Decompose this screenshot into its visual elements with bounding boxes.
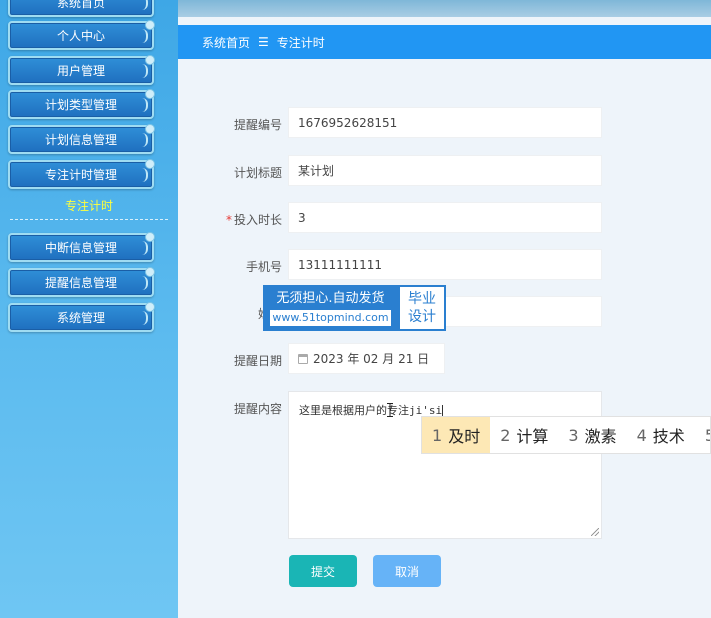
breadcrumb: 系统首页 ☰ 专注计时 (178, 25, 711, 59)
reminder-no-label: 提醒编号 (233, 118, 282, 132)
ime-candidate-number: 4 (636, 425, 647, 445)
watermark-right: 毕业 设计 (398, 285, 446, 331)
sidebar-item-label: 个人中心 (56, 29, 105, 43)
reminder-date-value: 2023 年 02 月 21 日 (313, 352, 430, 366)
watermark-url: www.51topmind.com (270, 310, 391, 326)
required-mark: * (225, 213, 232, 227)
watermark-right-top: 毕业 (408, 291, 436, 307)
sidebar-divider (10, 219, 168, 220)
sidebar-item-label: 系统首页 (56, 0, 105, 10)
watermark-left: 无须担心.自动发货 www.51topmind.com (263, 285, 398, 331)
ime-candidate[interactable]: 4 技术 (627, 417, 695, 453)
ime-candidate-text: 及时 (448, 427, 481, 446)
text-cursor-icon (387, 403, 393, 417)
reminder-content-textarea[interactable]: 这里是根据用户的专注ji'si (288, 391, 602, 539)
reminder-date-picker[interactable]: 2023 年 02 月 21 日 (288, 343, 445, 374)
watermark-line1: 无须担心.自动发货 (276, 291, 385, 306)
breadcrumb-separator-icon: ☰ (258, 35, 269, 49)
watermark-badge: 无须担心.自动发货 www.51topmind.com 毕业 设计 (263, 285, 446, 331)
duration-label-text: 投入时长 (233, 213, 282, 227)
duration-value: 3 (298, 210, 306, 225)
watermark-right-bottom: 设计 (408, 309, 436, 325)
reminder-no-input[interactable]: 1676952628151 (288, 107, 602, 138)
sidebar-item-label: 计划类型管理 (44, 98, 117, 112)
top-header-strip (178, 0, 711, 17)
reminder-date-label: 提醒日期 (233, 354, 282, 368)
ime-candidate[interactable]: 2 计算 (490, 417, 558, 453)
ime-candidate[interactable]: 1 及时 (422, 417, 491, 453)
phone-value: 13111111111 (298, 257, 382, 272)
sidebar-subitem-focus-timer[interactable]: 专注计时 (0, 197, 178, 214)
ime-candidate-number: 2 (500, 425, 511, 445)
ime-candidate-bar: 1 及时 2 计算 3 激素 4 技术 5 (421, 416, 711, 454)
sidebar-item-label: 提醒信息管理 (44, 276, 117, 290)
sidebar-item-plan-type-management[interactable]: 计划类型管理 (8, 89, 155, 119)
ime-candidate[interactable]: 5 (695, 417, 710, 453)
plan-title-input[interactable]: 某计划 (288, 155, 602, 186)
ime-candidate-number: 5 (705, 426, 710, 445)
plan-title-value: 某计划 (298, 164, 335, 178)
ime-candidate-number: 1 (432, 425, 443, 445)
sidebar-item-label: 用户管理 (56, 64, 105, 78)
sidebar-item-personal-center[interactable]: 个人中心 (8, 20, 155, 50)
sidebar-item-focus-timer-management[interactable]: 专注计时管理 (8, 159, 155, 189)
breadcrumb-current: 专注计时 (276, 35, 325, 50)
sidebar-item-reminder-info-management[interactable]: 提醒信息管理 (8, 267, 155, 297)
duration-label: * 投入时长 (178, 211, 282, 228)
sidebar-item-label: 系统管理 (56, 311, 105, 325)
ime-candidate-text: 激素 (584, 427, 617, 446)
ime-candidate[interactable]: 3 激素 (558, 417, 626, 453)
cancel-button[interactable]: 取消 (373, 555, 441, 587)
sidebar-item-user-management[interactable]: 用户管理 (8, 55, 155, 85)
sidebar-item-label: 计划信息管理 (44, 133, 117, 147)
submit-button[interactable]: 提交 (289, 555, 357, 587)
breadcrumb-home[interactable]: 系统首页 (202, 34, 250, 51)
duration-input[interactable]: 3 (288, 202, 602, 233)
phone-label: 手机号 (245, 260, 282, 274)
sidebar-item-plan-info-management[interactable]: 计划信息管理 (8, 124, 155, 154)
reminder-no-value: 1676952628151 (298, 115, 398, 130)
resize-grip-icon[interactable] (591, 528, 599, 536)
ime-candidate-text: 计算 (516, 427, 549, 446)
sidebar-item-system-management[interactable]: 系统管理 (8, 302, 155, 332)
phone-input[interactable]: 13111111111 (288, 249, 602, 280)
sidebar-item-home[interactable]: 系统首页 (8, 0, 154, 17)
sidebar-item-label: 中断信息管理 (44, 241, 117, 255)
sidebar-item-interrupt-info-management[interactable]: 中断信息管理 (8, 232, 155, 262)
ime-candidate-number: 3 (568, 425, 579, 445)
sidebar: 系统首页 个人中心 用户管理 计划类型管理 计划信息管理 专注计时管理 专注计时… (0, 0, 178, 618)
reminder-content-label: 提醒内容 (233, 402, 282, 416)
calendar-icon (298, 353, 308, 364)
ime-candidate-text: 技术 (652, 427, 685, 446)
sidebar-item-label: 专注计时管理 (44, 168, 117, 182)
plan-title-label: 计划标题 (233, 166, 282, 180)
